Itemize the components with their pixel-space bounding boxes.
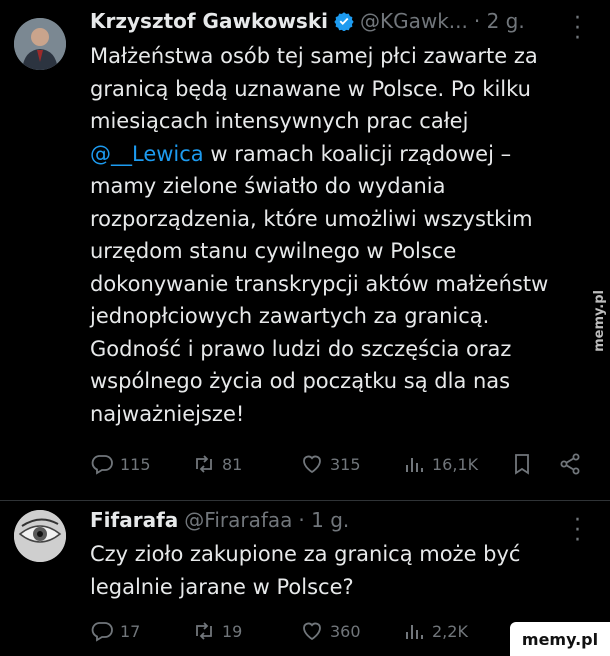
tweet-text: Czy zioło zakupione za granicą może być … <box>90 538 520 603</box>
tweet-header: Fifarafa @Firarafaa · 1 g. <box>90 508 349 532</box>
share-icon <box>560 453 580 475</box>
like-icon <box>303 622 321 641</box>
tweet-text-line: Godność i prawo ludzi do szczęścia oraz <box>90 336 512 361</box>
tweet-text-line: urzędom stanu cywilnego w Polsce <box>90 239 457 263</box>
like-button[interactable]: 315 <box>300 452 361 476</box>
more-icon[interactable]: · · · <box>574 510 581 552</box>
more-icon[interactable]: · · · <box>574 8 581 50</box>
retweet-button[interactable]: 81 <box>192 452 242 476</box>
views-icon <box>406 458 423 472</box>
tweet-text-line: legalnie jarane w Polsce? <box>90 574 354 599</box>
share-button[interactable] <box>558 452 588 476</box>
tweet-text-line: najważniejsze! <box>90 401 245 426</box>
tweet-time[interactable]: · 1 g. <box>298 508 349 532</box>
views-button[interactable]: 2,2K <box>402 619 468 643</box>
reply-count: 115 <box>120 454 151 474</box>
author-handle[interactable]: @Firarafaa <box>184 508 292 532</box>
reply-button[interactable]: 115 <box>90 452 151 476</box>
like-button[interactable]: 360 <box>300 619 361 643</box>
tweet-actions: 115 81 315 16,1K <box>0 452 610 480</box>
author-name[interactable]: Fifarafa <box>90 508 178 532</box>
like-count: 315 <box>330 454 361 474</box>
verified-badge-icon <box>334 11 354 32</box>
tweet-text: Małżeństwa osób tej samej płci zawarte z… <box>90 40 548 430</box>
reply-button[interactable]: 17 <box>90 619 140 643</box>
mention-link[interactable]: @__Lewica <box>90 142 204 166</box>
tweet-text-line: @__Lewica w ramach koalicji rządowej – <box>90 138 548 171</box>
tweet-time[interactable]: · 2 g. <box>474 9 525 33</box>
tweet-text-line: Czy zioło zakupione za granicą może być <box>90 542 521 566</box>
views-count: 2,2K <box>432 621 468 641</box>
retweet-count: 81 <box>222 454 243 474</box>
retweet-icon <box>196 622 212 640</box>
like-count: 360 <box>330 621 361 641</box>
author-name[interactable]: Krzysztof Gawkowski <box>90 9 328 33</box>
tweet-text-line: wspólnego życia od początku są dla nas <box>90 369 511 393</box>
bookmark-icon <box>515 454 529 475</box>
author-avatar[interactable] <box>14 18 66 70</box>
views-icon <box>406 625 423 639</box>
author-handle[interactable]: @KGawk... <box>360 9 468 33</box>
tweet-text-line: miesiącach intensywnych prac całej <box>90 109 469 133</box>
tweet-text-line: mamy zielone światło do wydania <box>90 174 446 198</box>
like-icon <box>303 455 321 474</box>
tweet-text-line: dokonywanie transkrypcji aktów małżeństw <box>90 271 549 296</box>
views-button[interactable]: 16,1K <box>402 452 478 476</box>
reply-icon <box>91 622 113 642</box>
author-avatar[interactable] <box>14 510 66 562</box>
tweet-text-line: rozporządzenia, które umożliwi wszystkim <box>90 206 533 231</box>
tweet-text-line: jednopłciowych zawartych za granicą. <box>90 304 490 328</box>
views-count: 16,1K <box>432 454 479 474</box>
tweet-text-line: granicą będą uznawane w Polsce. Po kilku <box>90 76 531 101</box>
reply-count: 17 <box>120 621 141 641</box>
side-watermark: memy.pl <box>592 290 607 352</box>
tweet-header: Krzysztof Gawkowski @KGawk... · 2 g. <box>90 8 525 33</box>
tweet-main[interactable]: Krzysztof Gawkowski @KGawk... · 2 g. · · ·… <box>0 0 610 500</box>
retweet-icon <box>196 455 212 473</box>
reply-icon <box>91 455 113 475</box>
bookmark-button[interactable] <box>510 452 540 476</box>
retweet-count: 19 <box>222 621 243 641</box>
corner-watermark: memy.pl <box>510 622 610 656</box>
tweet-text-fragment: w ramach koalicji rządowej – <box>210 141 512 166</box>
retweet-button[interactable]: 19 <box>192 619 242 643</box>
tweet-text-line: Małżeństwa osób tej samej płci zawarte z… <box>90 44 538 68</box>
